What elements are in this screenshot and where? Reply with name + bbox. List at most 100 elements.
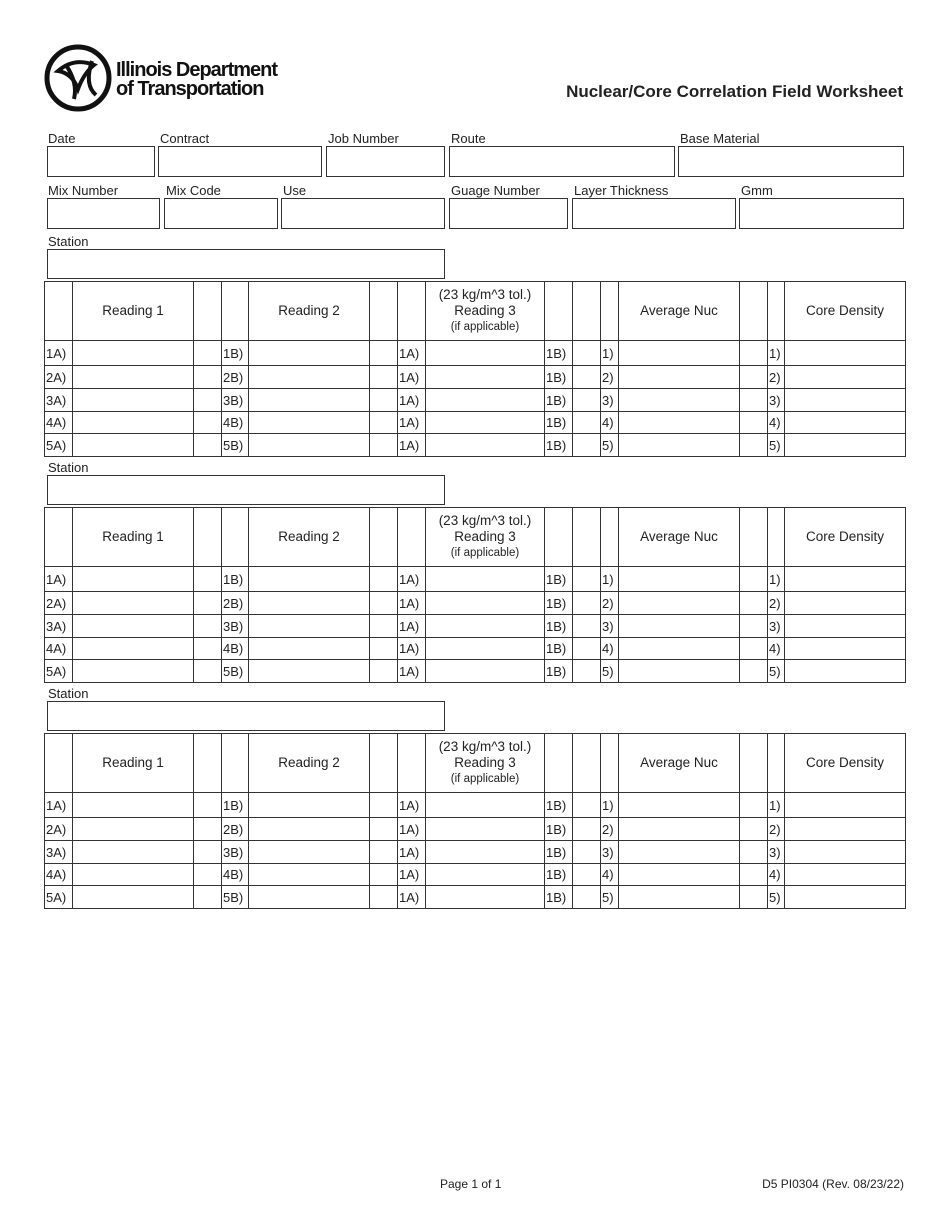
core-density-input[interactable] (784, 817, 906, 841)
reading-1-input[interactable] (72, 659, 194, 683)
reading-3-input[interactable] (425, 365, 545, 389)
average-nuc-input[interactable] (618, 566, 740, 592)
reading-1-input[interactable] (72, 817, 194, 841)
mix-code-field[interactable] (164, 198, 278, 229)
reading-1-input[interactable] (72, 365, 194, 389)
core-density-input[interactable] (784, 365, 906, 389)
reading-3-input[interactable] (425, 840, 545, 864)
reading-2-input[interactable] (248, 365, 370, 389)
average-nuc-input[interactable] (618, 659, 740, 683)
contract-field[interactable] (158, 146, 322, 177)
mix-number-field[interactable] (47, 198, 160, 229)
route-field[interactable] (449, 146, 675, 177)
reading-1-input[interactable] (72, 792, 194, 818)
core-density-input[interactable] (784, 840, 906, 864)
date-field[interactable] (47, 146, 155, 177)
average-nuc-input[interactable] (618, 433, 740, 457)
reading-3-input[interactable] (425, 566, 545, 592)
reading-2-input[interactable] (248, 591, 370, 615)
core-density-input[interactable] (784, 659, 906, 683)
reading-3-input[interactable] (425, 863, 545, 886)
average-nuc-input[interactable] (618, 637, 740, 660)
reading-2-input[interactable] (248, 659, 370, 683)
gmm-field[interactable] (739, 198, 904, 229)
reading-1-input[interactable] (72, 591, 194, 615)
reading-2-input[interactable] (248, 885, 370, 909)
reading-1-input[interactable] (72, 388, 194, 412)
spacer-cell (572, 566, 601, 592)
reading-2-input[interactable] (248, 792, 370, 818)
average-nuc-input[interactable] (618, 792, 740, 818)
table-header-row: Reading 1 Reading 2 (23 kg/m^3 tol.) Rea… (44, 507, 906, 567)
core-density-input[interactable] (784, 863, 906, 886)
reading-1-input[interactable] (72, 614, 194, 638)
job-number-field[interactable] (326, 146, 445, 177)
reading-1-input[interactable] (72, 411, 194, 434)
core-density-input[interactable] (784, 614, 906, 638)
reading-1-input[interactable] (72, 433, 194, 457)
reading-2-input[interactable] (248, 614, 370, 638)
core-density-input[interactable] (784, 566, 906, 592)
reading-2-input[interactable] (248, 433, 370, 457)
reading-1-input[interactable] (72, 637, 194, 660)
reading-2-input[interactable] (248, 637, 370, 660)
reading-2-input[interactable] (248, 817, 370, 841)
reading-3-input[interactable] (425, 817, 545, 841)
reading-2-input[interactable] (248, 340, 370, 366)
reading-1-input[interactable] (72, 840, 194, 864)
reading-2-input[interactable] (248, 840, 370, 864)
reading-1-input[interactable] (72, 566, 194, 592)
reading-3-input[interactable] (425, 885, 545, 909)
reading-3-input[interactable] (425, 614, 545, 638)
reading-2-input[interactable] (248, 863, 370, 886)
average-nuc-input[interactable] (618, 885, 740, 909)
core-density-input[interactable] (784, 792, 906, 818)
reading-1-input[interactable] (72, 885, 194, 909)
average-nuc-input[interactable] (618, 365, 740, 389)
average-nuc-input[interactable] (618, 591, 740, 615)
readings-table: Reading 1 Reading 2 (23 kg/m^3 tol.) Rea… (44, 733, 906, 909)
core-density-input[interactable] (784, 411, 906, 434)
average-nuc-input[interactable] (618, 840, 740, 864)
core-density-input[interactable] (784, 340, 906, 366)
core-density-input[interactable] (784, 637, 906, 660)
layer-thickness-field[interactable] (572, 198, 736, 229)
core-density-input[interactable] (784, 433, 906, 457)
reading-3-input[interactable] (425, 792, 545, 818)
reading-3-input[interactable] (425, 659, 545, 683)
average-nuc-input[interactable] (618, 817, 740, 841)
row-label-core: 4) (767, 637, 785, 660)
reading-3-input[interactable] (425, 411, 545, 434)
average-nuc-input[interactable] (618, 388, 740, 412)
reading-3-input[interactable] (425, 433, 545, 457)
station-field[interactable] (47, 701, 445, 731)
average-nuc-input[interactable] (618, 411, 740, 434)
core-density-input[interactable] (784, 885, 906, 909)
core-density-input[interactable] (784, 388, 906, 412)
station-field[interactable] (47, 475, 445, 505)
spacer-cell (193, 817, 222, 841)
row-label-r1: 1A) (44, 566, 73, 592)
reading-2-input[interactable] (248, 388, 370, 412)
row-label-core: 5) (767, 659, 785, 683)
reading-3-input[interactable] (425, 591, 545, 615)
reading-2-input[interactable] (248, 411, 370, 434)
core-density-input[interactable] (784, 591, 906, 615)
base-material-field[interactable] (678, 146, 904, 177)
gauge-number-field[interactable] (449, 198, 568, 229)
reading-3-input[interactable] (425, 637, 545, 660)
reading-2-input[interactable] (248, 566, 370, 592)
reading-1-input[interactable] (72, 340, 194, 366)
spacer-cell (572, 863, 601, 886)
reading-3-input[interactable] (425, 388, 545, 412)
row-label-r3a: 1A) (397, 591, 426, 615)
average-nuc-input[interactable] (618, 340, 740, 366)
use-field[interactable] (281, 198, 445, 229)
reading-1-header: Reading 1 (72, 281, 194, 341)
average-nuc-input[interactable] (618, 863, 740, 886)
reading-3-input[interactable] (425, 340, 545, 366)
station-field[interactable] (47, 249, 445, 279)
reading-1-input[interactable] (72, 863, 194, 886)
average-nuc-input[interactable] (618, 614, 740, 638)
spacer-cell (193, 614, 222, 638)
